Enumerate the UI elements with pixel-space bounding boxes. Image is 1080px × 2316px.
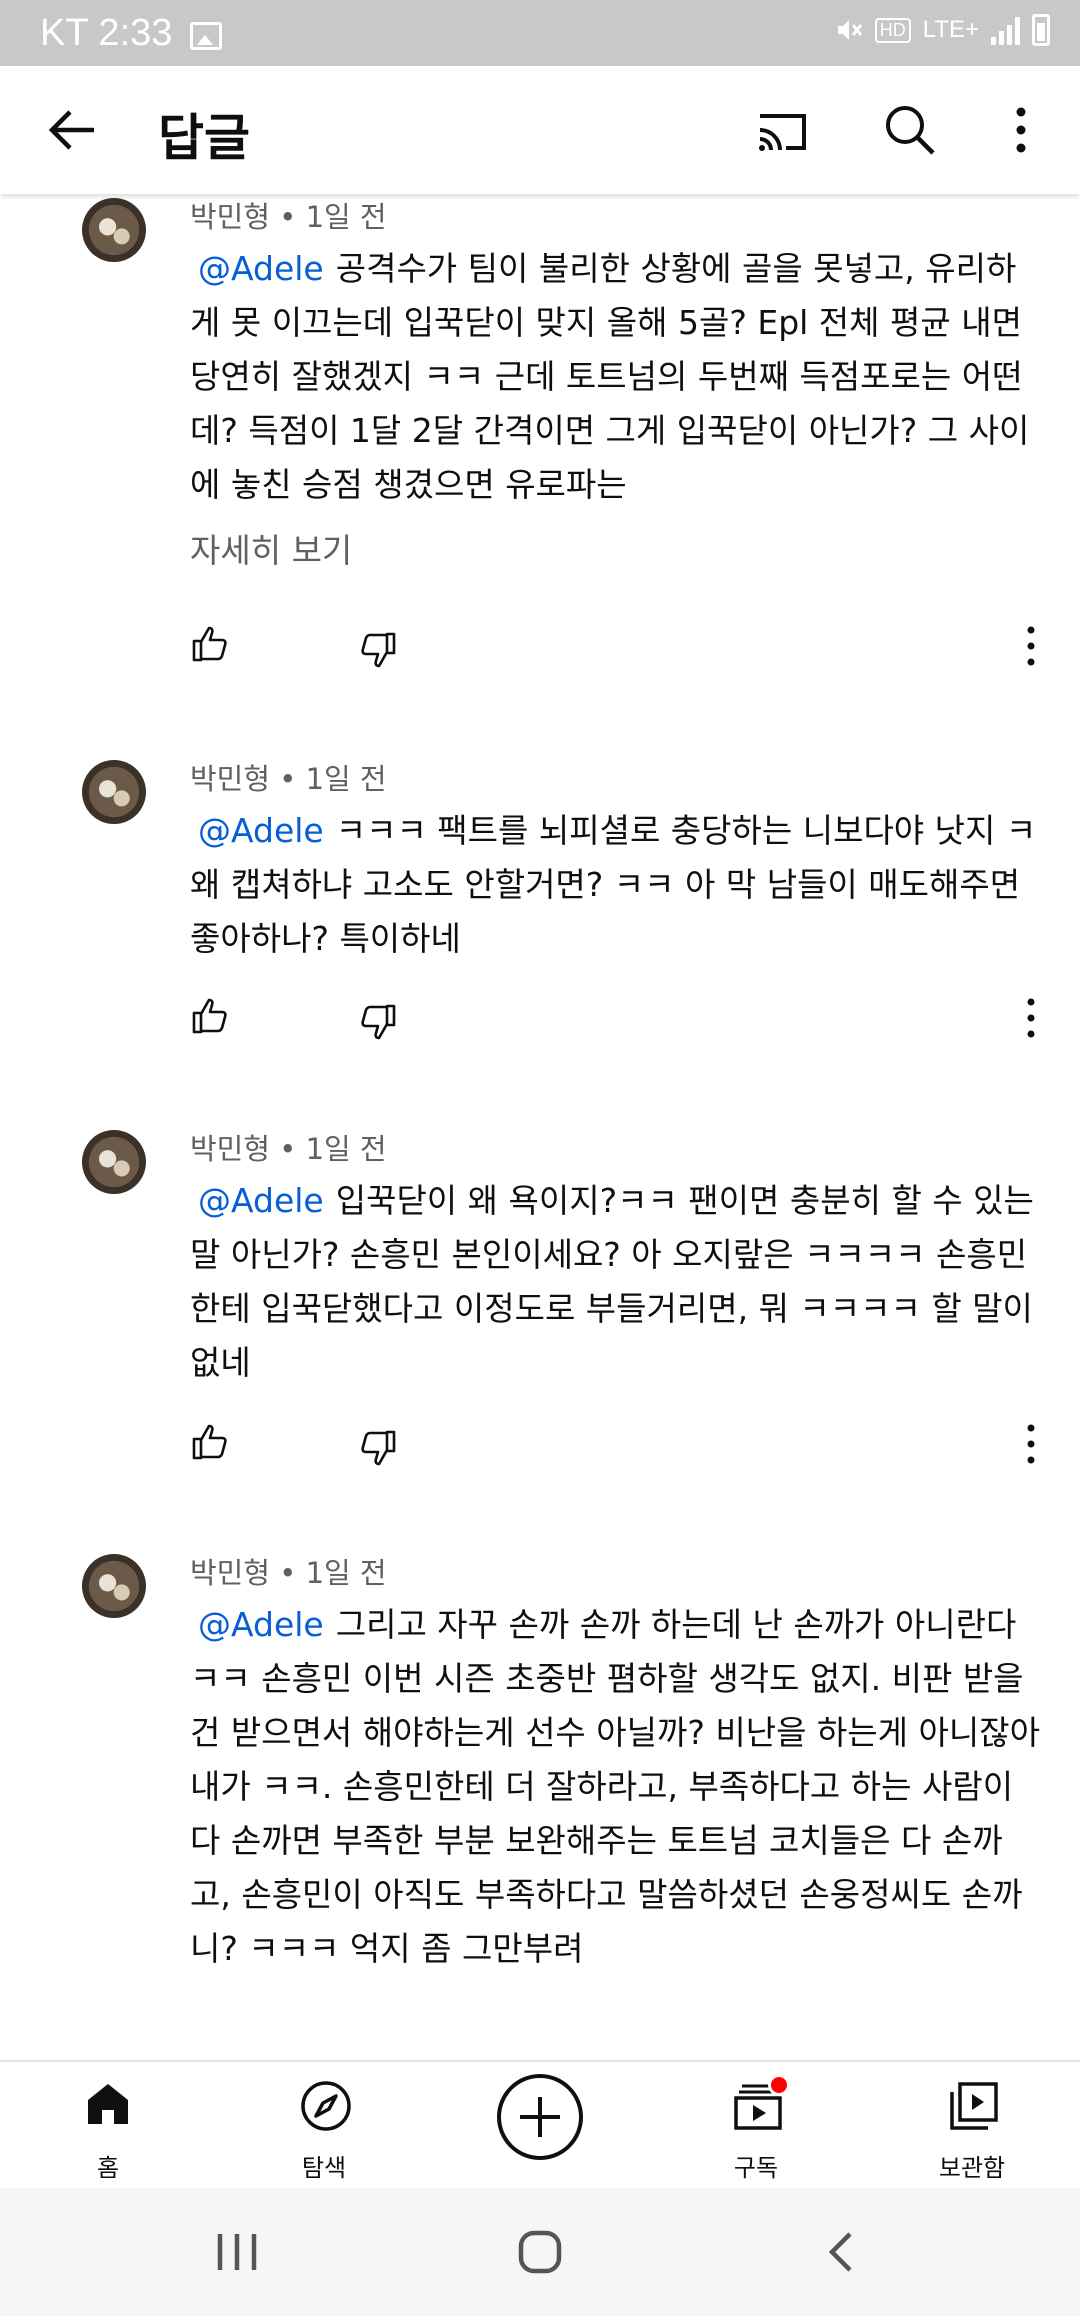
dislike-icon[interactable] <box>358 1428 398 1468</box>
comment-text: @Adele 공격수가 팀이 불리한 상황에 골을 못넣고, 유리하게 못 이끄는… <box>190 242 1040 512</box>
create-button[interactable] <box>497 2074 583 2160</box>
home-system-icon[interactable] <box>518 2230 562 2274</box>
nav-explore[interactable]: 탐색 <box>244 2062 404 2190</box>
comment-meta[interactable]: 박민형 • 1일 전 <box>190 194 387 236</box>
comment-item: 박민형 • 1일 전 @Adele 입꾹닫이 왜 욕이지?ㅋㅋ 팬이면 충분히 할… <box>0 1126 1080 1546</box>
nav-subscriptions[interactable]: 구독 <box>676 2062 836 2190</box>
dislike-icon[interactable] <box>358 1002 398 1042</box>
avatar[interactable] <box>82 760 146 824</box>
avatar[interactable] <box>82 198 146 262</box>
comment-text: @Adele 입꾹닫이 왜 욕이지?ㅋㅋ 팬이면 충분히 할 수 있는 말 아닌가… <box>190 1174 1040 1390</box>
notification-dot <box>768 2074 790 2096</box>
comment-text: @Adele 그리고 자꾸 손까 손까 하는데 난 손까가 아니란다 ㅋㅋ 손흥민… <box>190 1598 1040 1976</box>
nav-subscriptions-label: 구독 <box>733 2154 779 2182</box>
mention-link[interactable]: @Adele <box>198 811 324 850</box>
comment-text: @Adele ㅋㅋㅋ 팩트를 뇌피셜로 충당하는 니보다야 낫지 ㅋ 왜 캡쳐하냐… <box>190 804 1040 966</box>
library-icon <box>950 2082 998 2130</box>
comment-item: 박민형 • 1일 전 @Adele ㅋㅋㅋ 팩트를 뇌피셜로 충당하는 니보다야 … <box>0 756 1080 1126</box>
avatar[interactable] <box>82 1130 146 1194</box>
nav-library[interactable]: 보관함 <box>892 2062 1052 2190</box>
system-back-icon[interactable] <box>826 2230 856 2274</box>
mention-link[interactable]: @Adele <box>198 1181 324 1220</box>
mention-link[interactable]: @Adele <box>198 1605 324 1644</box>
comment-meta[interactable]: 박민형 • 1일 전 <box>190 1550 387 1592</box>
comment-more-icon[interactable] <box>1022 624 1040 668</box>
status-icons: HD LTE+ <box>833 14 1050 46</box>
avatar[interactable] <box>82 1554 146 1618</box>
nav-library-label: 보관함 <box>938 2154 1006 2182</box>
comment-actions <box>0 1422 1080 1482</box>
search-icon[interactable] <box>882 102 938 158</box>
carrier-time: KT 2:33 <box>40 12 173 54</box>
comment-item: 박민형 • 1일 전 @Adele 공격수가 팀이 불리한 상황에 골을 못넣고,… <box>0 194 1080 754</box>
comment-actions <box>0 996 1080 1056</box>
bottom-nav: 홈 탐색 구독 보관함 <box>0 2060 1080 2188</box>
replies-list[interactable]: 박민형 • 1일 전 @Adele 공격수가 팀이 불리한 상황에 골을 못넣고,… <box>0 194 1080 2060</box>
mute-icon <box>837 20 862 40</box>
gallery-notification-icon <box>190 22 222 50</box>
read-more-link[interactable]: 자세히 보기 <box>190 524 352 572</box>
comment-more-icon[interactable] <box>1022 1422 1040 1466</box>
page-title: 답글 <box>158 109 250 167</box>
nav-explore-label: 탐색 <box>301 2154 347 2182</box>
like-icon[interactable] <box>190 624 230 664</box>
comment-actions <box>0 624 1080 684</box>
nav-home[interactable]: 홈 <box>28 2062 188 2190</box>
nav-home-label: 홈 <box>96 2154 120 2182</box>
dislike-icon[interactable] <box>358 630 398 670</box>
status-bar: KT 2:33 HD LTE+ <box>0 0 1080 66</box>
battery-icon <box>1032 14 1050 46</box>
recent-apps-icon[interactable] <box>214 2232 260 2272</box>
hd-badge: HD <box>874 17 911 43</box>
comment-meta[interactable]: 박민형 • 1일 전 <box>190 756 387 798</box>
comment-item: 박민형 • 1일 전 @Adele 그리고 자꾸 손까 손까 하는데 난 손까가 … <box>0 1550 1080 2060</box>
cast-icon[interactable] <box>754 104 810 160</box>
comment-body: 그리고 자꾸 손까 손까 하는데 난 손까가 아니란다 ㅋㅋ 손흥민 이번 시즌… <box>190 1605 1040 1968</box>
app-bar: 답글 <box>0 66 1080 194</box>
back-arrow-icon[interactable] <box>44 102 100 158</box>
network-type: LTE+ <box>922 16 979 43</box>
more-vert-icon[interactable] <box>1006 102 1036 158</box>
like-icon[interactable] <box>190 996 230 1036</box>
mention-link[interactable]: @Adele <box>198 249 324 288</box>
system-nav-bar <box>0 2188 1080 2316</box>
compass-icon <box>301 2081 351 2131</box>
like-icon[interactable] <box>190 1422 230 1462</box>
signal-icon <box>991 15 1020 45</box>
comment-more-icon[interactable] <box>1022 996 1040 1040</box>
home-icon <box>88 2084 128 2124</box>
comment-meta[interactable]: 박민형 • 1일 전 <box>190 1126 387 1168</box>
